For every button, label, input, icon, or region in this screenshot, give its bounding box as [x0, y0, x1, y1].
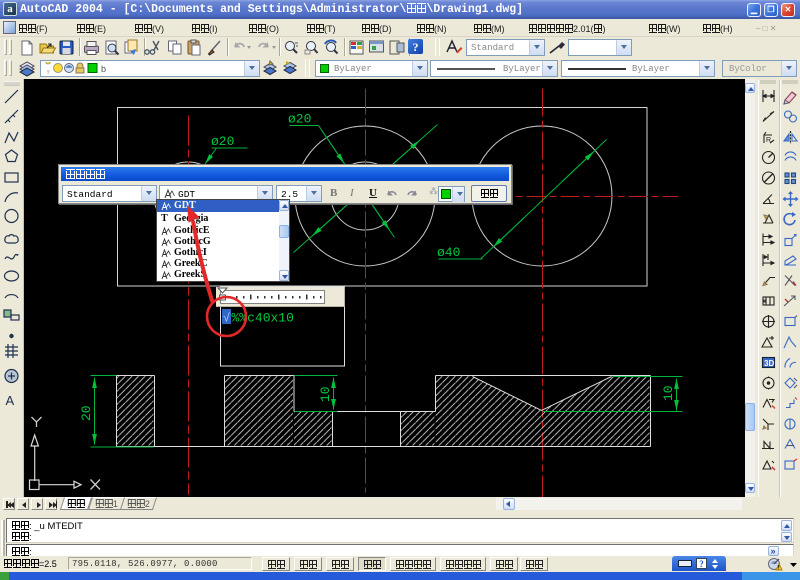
- svg-text:%%c40x10: %%c40x10: [232, 311, 294, 326]
- svg-text:10: 10: [661, 385, 676, 401]
- svg-text:R: R: [766, 137, 771, 144]
- svg-text:ø40: ø40: [437, 245, 460, 260]
- svg-text:10: 10: [318, 386, 333, 402]
- svg-text:√: √: [223, 312, 230, 326]
- svg-text:ø20: ø20: [211, 134, 234, 149]
- svg-text:A: A: [6, 393, 15, 408]
- svg-text:ø20: ø20: [288, 112, 311, 127]
- svg-text:!: !: [778, 566, 780, 572]
- svg-text:3D: 3D: [764, 359, 774, 368]
- svg-text:20: 20: [79, 405, 94, 421]
